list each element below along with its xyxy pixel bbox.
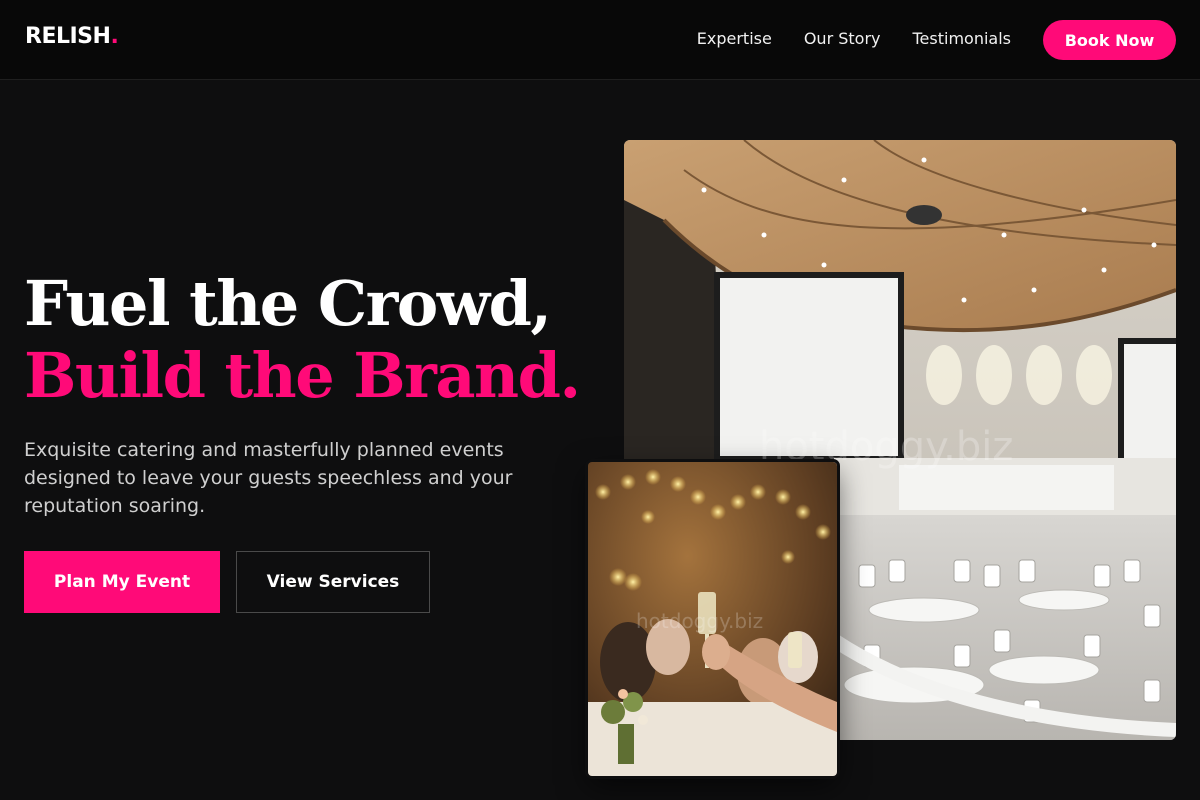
- top-navigation: RELISH. Expertise Our Story Testimonials…: [0, 0, 1200, 80]
- brand-name: RELISH: [25, 24, 111, 49]
- brand-dot: .: [110, 24, 119, 49]
- plan-my-event-button[interactable]: Plan My Event: [24, 551, 220, 613]
- brand-logo[interactable]: RELISH.: [25, 24, 119, 49]
- watermark-text-small: hotdoggy.biz: [636, 609, 763, 633]
- nav-link-our-story[interactable]: Our Story: [804, 29, 881, 48]
- nav-link-testimonials[interactable]: Testimonials: [913, 29, 1012, 48]
- hero-headline: Fuel the Crowd, Build the Brand.: [24, 267, 581, 412]
- headline-line-2: Build the Brand.: [24, 339, 581, 412]
- nav-link-expertise[interactable]: Expertise: [697, 29, 772, 48]
- headline-line-1: Fuel the Crowd,: [24, 267, 552, 340]
- hero-subtext: Exquisite catering and masterfully plann…: [24, 439, 513, 517]
- view-services-button[interactable]: View Services: [236, 551, 430, 613]
- nav-links: Expertise Our Story Testimonials: [697, 29, 1011, 48]
- celebration-toast-image: hotdoggy.biz: [588, 462, 837, 776]
- celebration-toast-illustration: hotdoggy.biz: [588, 462, 837, 776]
- book-now-button[interactable]: Book Now: [1043, 20, 1176, 60]
